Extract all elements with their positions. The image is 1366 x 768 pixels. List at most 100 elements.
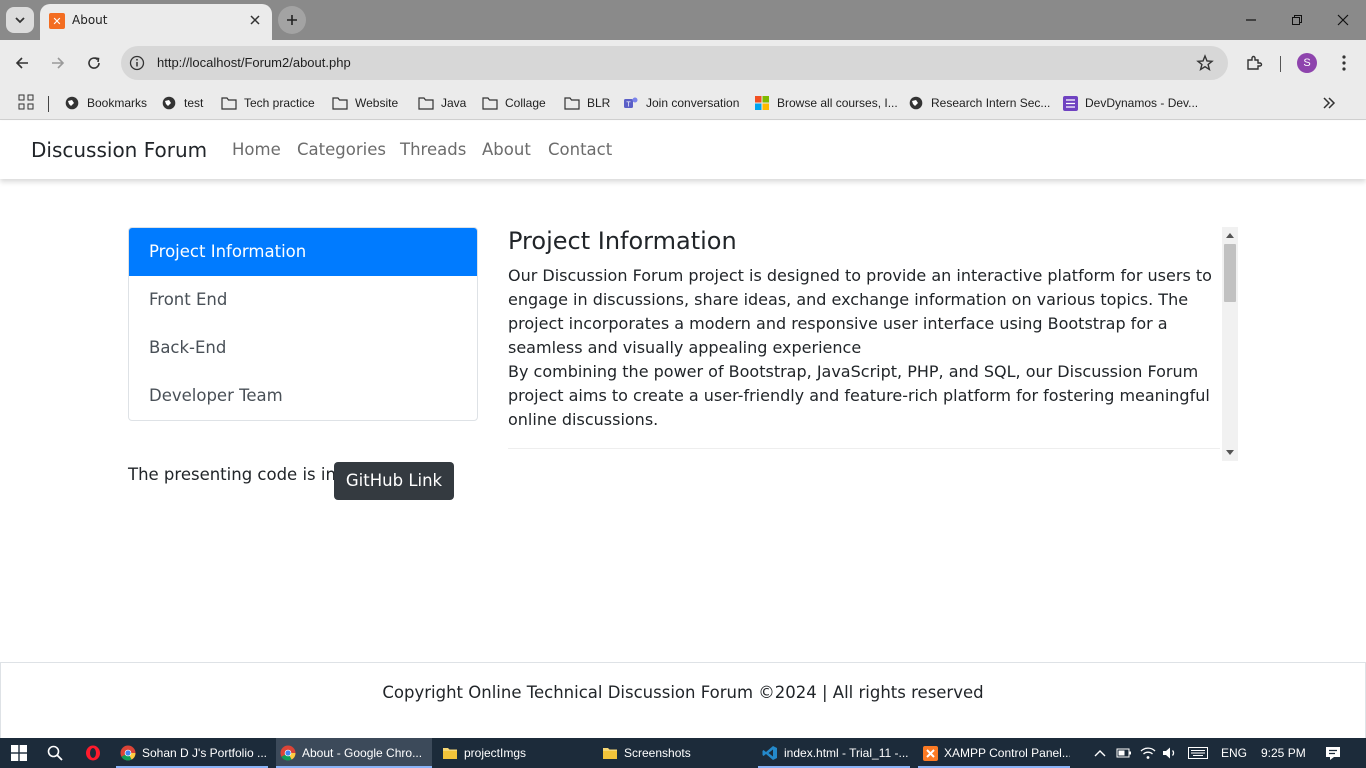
svg-text:T: T xyxy=(626,102,631,109)
bookmarks-bar: Bookmarks test Tech practice Website Jav… xyxy=(0,86,1366,120)
battery-icon[interactable] xyxy=(1114,743,1134,763)
nav-link-about[interactable]: About xyxy=(482,140,531,159)
github-link-button[interactable]: GitHub Link xyxy=(334,462,454,500)
puzzle-icon xyxy=(1247,55,1263,70)
list-item-back-end[interactable]: Back-End xyxy=(129,324,477,372)
paragraph-intro: Our Discussion Forum project is designed… xyxy=(508,266,1212,357)
arrow-left-icon xyxy=(15,57,28,69)
close-icon xyxy=(1337,14,1349,26)
divider xyxy=(508,448,1220,449)
new-tab-button[interactable] xyxy=(278,6,306,34)
toolbar-divider xyxy=(1280,56,1281,72)
list-item-project-information[interactable]: Project Information xyxy=(129,228,477,276)
nav-link-threads[interactable]: Threads xyxy=(400,140,466,159)
extensions-button[interactable] xyxy=(1242,51,1266,75)
arrow-right-icon xyxy=(52,57,65,69)
bookmark-item[interactable]: Browse all courses, I... xyxy=(754,93,898,113)
search-icon[interactable] xyxy=(45,743,65,763)
taskbar-app-xampp[interactable]: XAMPP Control Panel... xyxy=(918,738,1070,768)
tray-chevron-up-icon[interactable] xyxy=(1090,743,1110,763)
minimize-icon xyxy=(1246,19,1256,21)
language-indicator[interactable]: ENG xyxy=(1221,746,1247,760)
bookmark-folder[interactable]: Collage xyxy=(482,93,546,113)
globe-icon xyxy=(161,95,177,111)
more-bookmarks-button[interactable] xyxy=(1322,95,1336,114)
back-button[interactable] xyxy=(8,49,36,77)
chrome-icon xyxy=(120,745,136,761)
windows-start-icon[interactable] xyxy=(9,743,29,763)
nav-link-home[interactable]: Home xyxy=(232,140,281,159)
chrome-icon xyxy=(280,745,296,761)
vscode-icon xyxy=(762,745,778,761)
list-item-front-end[interactable]: Front End xyxy=(129,276,477,324)
scroll-up-arrow-icon[interactable] xyxy=(1222,228,1238,242)
url-text[interactable]: http://localhost/Forum2/about.php xyxy=(157,55,351,70)
folder-icon xyxy=(221,95,237,111)
folder-icon xyxy=(442,745,458,761)
browser-toolbar: http://localhost/Forum2/about.php S xyxy=(0,40,1366,86)
reload-icon xyxy=(88,57,100,69)
tab-search-button[interactable] xyxy=(6,7,34,33)
list-item-developer-team[interactable]: Developer Team xyxy=(129,372,477,420)
bookmark-item[interactable]: test xyxy=(161,93,203,113)
folder-icon xyxy=(602,745,618,761)
taskbar-folder-projectimgs[interactable]: projectImgs xyxy=(438,738,588,768)
about-sections-list: Project Information Front End Back-End D… xyxy=(128,227,478,421)
keyboard-icon[interactable] xyxy=(1188,743,1208,763)
section-title: Project Information xyxy=(508,227,737,255)
bookmark-folder[interactable]: Java xyxy=(418,93,466,113)
taskbar-app-chrome-about[interactable]: About - Google Chro... xyxy=(276,738,432,768)
restore-button[interactable] xyxy=(1284,8,1310,32)
close-window-button[interactable] xyxy=(1330,8,1356,32)
site-brand[interactable]: Discussion Forum xyxy=(31,138,207,162)
forward-button[interactable] xyxy=(44,49,72,77)
reload-button[interactable] xyxy=(80,49,108,77)
bookmark-star-icon[interactable] xyxy=(1196,54,1214,72)
taskbar-app-chrome-portfolio[interactable]: Sohan D J's Portfolio ... xyxy=(116,738,268,768)
xampp-icon xyxy=(922,745,938,761)
browser-titlebar: ✕ About xyxy=(0,0,1366,40)
nav-link-categories[interactable]: Categories xyxy=(297,140,386,159)
bookmark-folder[interactable]: Website xyxy=(332,93,398,113)
wifi-icon[interactable] xyxy=(1138,743,1158,763)
bookmark-item[interactable]: Research Intern Sec... xyxy=(908,93,1050,113)
bookmark-item[interactable]: T Join conversation xyxy=(623,93,739,113)
tab-title: About xyxy=(72,13,108,27)
tab-close-button[interactable] xyxy=(246,11,264,29)
scroll-down-arrow-icon[interactable] xyxy=(1222,446,1238,460)
address-bar[interactable]: http://localhost/Forum2/about.php xyxy=(121,46,1228,80)
scrollbar-thumb[interactable] xyxy=(1224,244,1236,302)
bookmark-item[interactable]: DevDynamos - Dev... xyxy=(1062,93,1198,113)
double-chevron-right-icon xyxy=(1323,97,1336,109)
opera-icon[interactable] xyxy=(83,743,103,763)
bookmark-folder[interactable]: Tech practice xyxy=(221,93,315,113)
folder-icon xyxy=(482,95,498,111)
xampp-favicon-icon: ✕ xyxy=(49,13,65,29)
folder-icon xyxy=(418,95,434,111)
browser-menu-button[interactable] xyxy=(1332,51,1356,75)
copyright-text: Copyright Online Technical Discussion Fo… xyxy=(382,683,984,702)
site-navbar: Discussion Forum Home Categories Threads… xyxy=(0,121,1366,179)
profile-avatar[interactable]: S xyxy=(1297,53,1317,73)
volume-icon[interactable] xyxy=(1160,743,1180,763)
folder-icon xyxy=(332,95,348,111)
globe-icon xyxy=(908,95,924,111)
paragraph-tech: By combining the power of Bootstrap, Jav… xyxy=(508,362,1210,429)
info-scrollbar[interactable] xyxy=(1222,227,1238,461)
bookmark-folder[interactable]: BLR xyxy=(564,93,610,113)
kebab-menu-icon xyxy=(1342,55,1346,71)
windows-taskbar: Sohan D J's Portfolio ... About - Google… xyxy=(0,738,1366,768)
close-icon xyxy=(250,15,260,25)
taskbar-app-vscode[interactable]: index.html - Trial_11 -... xyxy=(758,738,910,768)
bookmark-item[interactable]: Bookmarks xyxy=(64,93,147,113)
site-footer: Copyright Online Technical Discussion Fo… xyxy=(0,662,1366,738)
site-info-icon[interactable] xyxy=(128,54,146,72)
apps-grid-icon[interactable] xyxy=(18,94,34,114)
browser-tab-active[interactable]: ✕ About xyxy=(40,4,272,40)
nav-link-contact[interactable]: Contact xyxy=(548,140,612,159)
minimize-button[interactable] xyxy=(1238,8,1264,32)
taskbar-folder-screenshots[interactable]: Screenshots xyxy=(598,738,748,768)
notification-icon[interactable] xyxy=(1323,743,1343,763)
microsoft-icon xyxy=(754,95,770,111)
clock-time[interactable]: 9:25 PM xyxy=(1261,746,1306,760)
